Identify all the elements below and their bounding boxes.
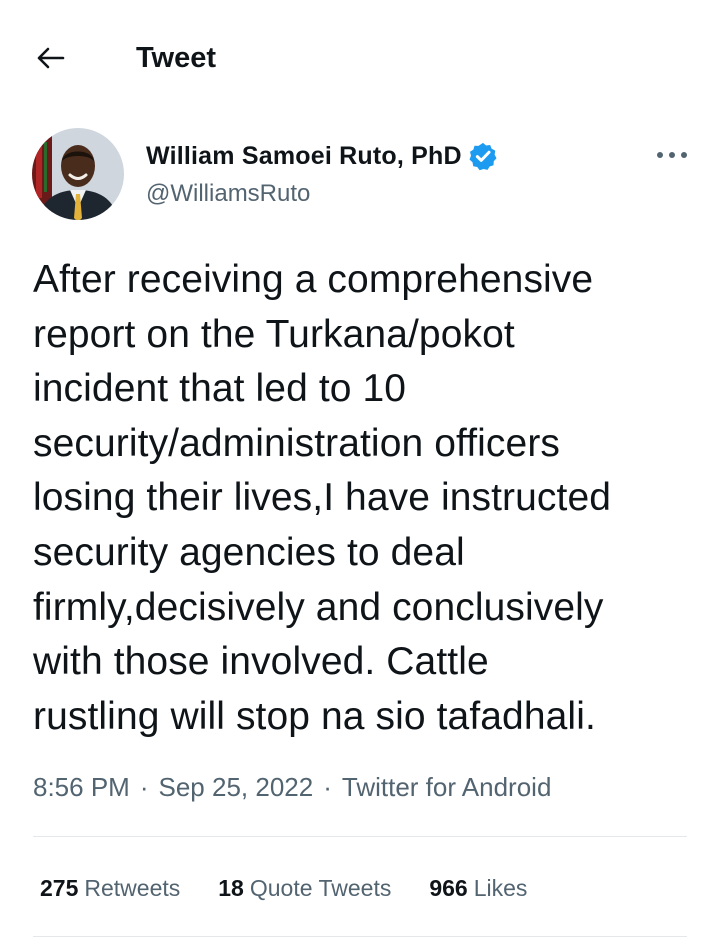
likes-label: Likes [473, 875, 528, 901]
profile-photo-icon [32, 128, 124, 220]
divider [33, 936, 687, 937]
engagement-stats: 275 Retweets 18 Quote Tweets 966 Likes [40, 870, 527, 906]
display-name-row: William Samoei Ruto, PhD [146, 140, 498, 172]
tweet-author: William Samoei Ruto, PhD @WilliamsRuto [32, 128, 692, 224]
page-title: Tweet [136, 42, 217, 74]
tweet-text: After receiving a comprehensive report o… [33, 258, 612, 738]
more-horizontal-icon [657, 152, 687, 158]
separator-dot: · [323, 772, 332, 802]
retweets-stat[interactable]: 275 Retweets [40, 870, 180, 906]
display-name[interactable]: William Samoei Ruto, PhD [146, 140, 462, 172]
separator-dot: · [139, 772, 149, 802]
quote-tweets-count: 18 [218, 875, 244, 901]
back-button[interactable] [30, 38, 70, 78]
quote-tweets-stat[interactable]: 18 Quote Tweets [218, 870, 391, 906]
tweet-source[interactable]: Twitter for Android [342, 772, 552, 802]
avatar[interactable] [32, 128, 124, 220]
likes-count: 966 [429, 875, 468, 901]
tweet-date[interactable]: Sep 25, 2022 [159, 772, 314, 802]
retweets-label: Retweets [84, 875, 181, 901]
quote-tweets-label: Quote Tweets [249, 875, 392, 901]
more-options-button[interactable] [652, 140, 692, 170]
tweet-time[interactable]: 8:56 PM [33, 772, 130, 802]
retweets-count: 275 [40, 875, 79, 901]
top-bar: Tweet [0, 0, 720, 115]
verified-badge-icon [469, 142, 497, 171]
user-handle[interactable]: @WilliamsRuto [146, 178, 310, 210]
arrow-left-icon [37, 47, 65, 69]
divider [33, 836, 687, 837]
likes-stat[interactable]: 966 Likes [429, 870, 527, 906]
tweet-metadata: 8:56 PM · Sep 25, 2022 · Twitter for Android [33, 768, 551, 806]
